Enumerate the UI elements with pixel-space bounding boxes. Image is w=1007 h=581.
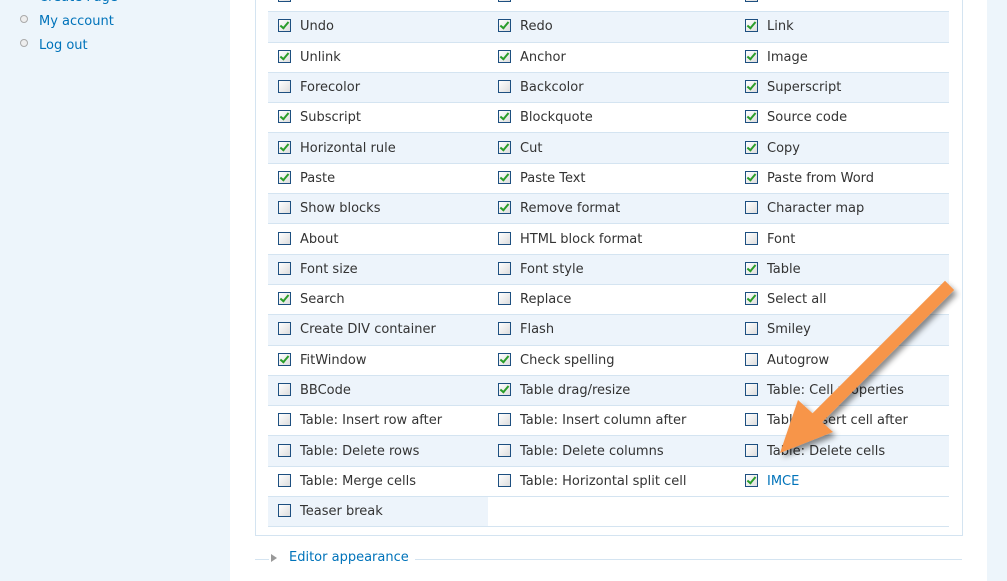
arrow-icon [780,280,955,453]
